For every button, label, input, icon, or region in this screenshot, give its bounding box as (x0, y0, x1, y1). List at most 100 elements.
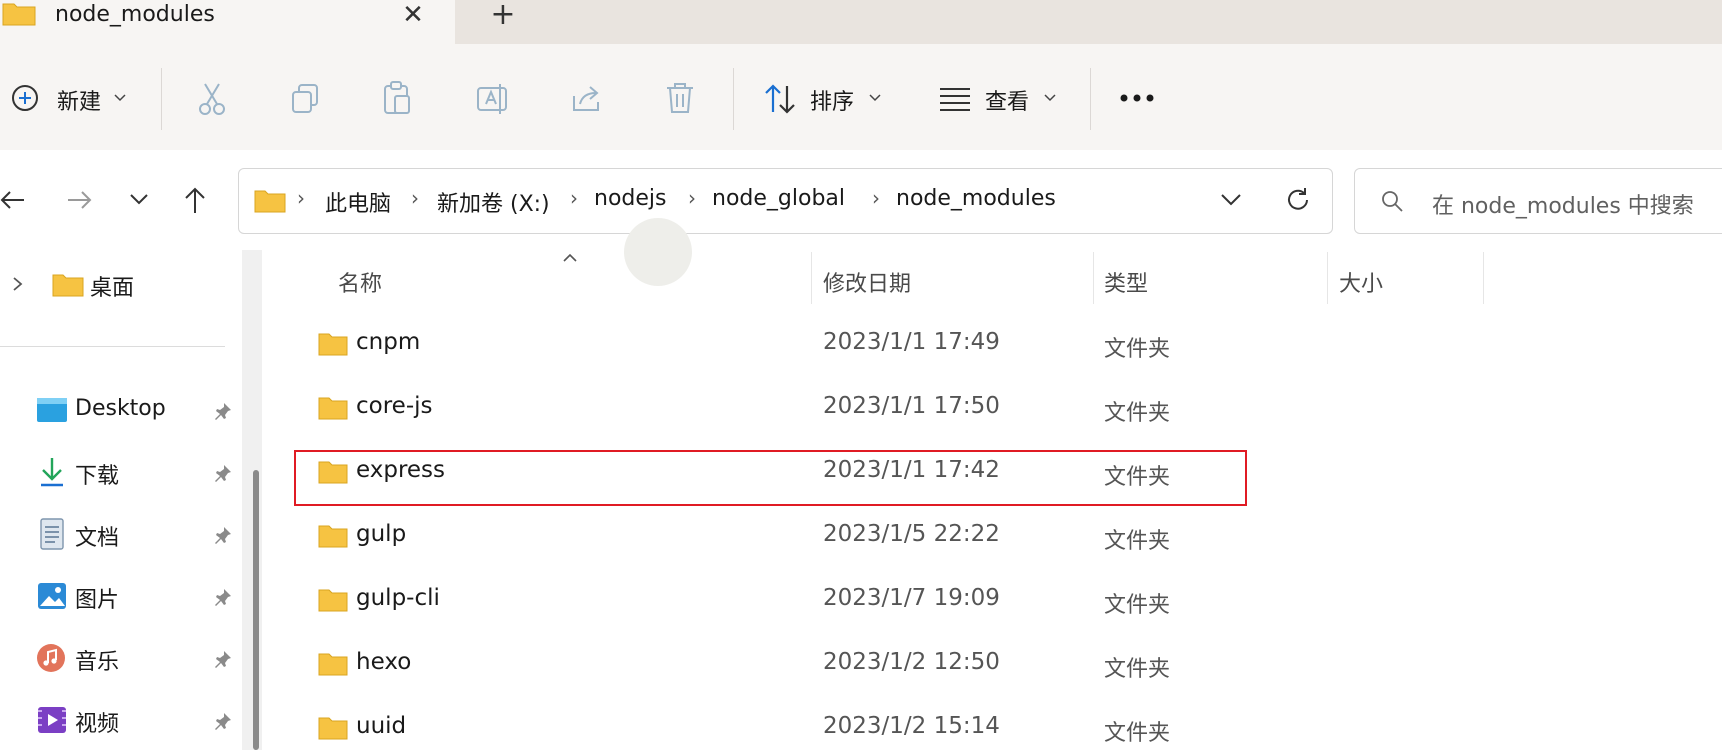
plus-circle-icon (12, 85, 38, 111)
toolbar-separator (1090, 68, 1091, 130)
chevron-down-icon (114, 94, 126, 102)
file-type: 文件夹 (1104, 721, 1171, 746)
breadcrumb-node-global[interactable]: node_global (712, 186, 845, 211)
nav-item-label: 图片 (75, 588, 120, 613)
file-name: hexo (356, 649, 412, 675)
pin-icon[interactable] (214, 402, 232, 420)
tab-title: node_modules (55, 2, 215, 27)
recent-locations-icon[interactable] (129, 193, 149, 207)
nav-item-label: Desktop (75, 396, 166, 421)
file-type: 文件夹 (1104, 337, 1171, 362)
back-icon[interactable] (0, 187, 26, 213)
delete-icon[interactable] (664, 80, 696, 116)
share-icon[interactable] (570, 82, 604, 116)
pin-icon[interactable] (214, 650, 232, 668)
pictures-icon (38, 583, 66, 609)
breadcrumb-separator: › (570, 186, 578, 210)
column-divider[interactable] (811, 252, 812, 304)
file-name: uuid (356, 713, 407, 739)
file-type: 文件夹 (1104, 529, 1171, 554)
refresh-icon[interactable] (1284, 186, 1312, 214)
document-icon (40, 518, 64, 550)
folder-icon (318, 397, 348, 420)
copy-icon[interactable] (290, 82, 322, 116)
new-tab-button[interactable]: + (488, 0, 518, 30)
pin-icon[interactable] (214, 526, 232, 544)
file-name: cnpm (356, 329, 421, 355)
file-modified: 2023/1/1 17:49 (823, 329, 1000, 355)
column-divider[interactable] (1483, 252, 1484, 304)
file-modified: 2023/1/1 17:50 (823, 393, 1000, 419)
folder-icon (52, 274, 84, 297)
file-modified: 2023/1/5 22:22 (823, 521, 1000, 547)
column-divider[interactable] (1093, 252, 1094, 304)
desktop-icon (37, 398, 67, 422)
nav-divider (0, 346, 225, 347)
address-history-chevron-icon[interactable] (1220, 193, 1242, 207)
more-icon[interactable] (1118, 92, 1158, 104)
view-icon (940, 88, 970, 111)
folder-icon (254, 190, 286, 213)
tab-close-button[interactable]: ✕ (398, 0, 428, 30)
column-divider[interactable] (1327, 252, 1328, 304)
folder-icon (318, 717, 348, 740)
nav-scrollbar-thumb[interactable] (253, 470, 259, 750)
sort-button-label: 排序 (810, 90, 855, 115)
breadcrumb-this-pc[interactable]: 此电脑 (325, 186, 391, 218)
breadcrumb-separator: › (688, 186, 696, 210)
nav-scrollbar[interactable] (242, 250, 262, 750)
file-name: core-js (356, 393, 433, 419)
file-modified: 2023/1/2 15:14 (823, 713, 1000, 739)
pin-icon[interactable] (214, 712, 232, 730)
nav-item-label: 音乐 (75, 650, 120, 675)
nav-item-label: 文档 (75, 526, 120, 551)
forward-icon[interactable] (66, 187, 92, 213)
column-header-type[interactable]: 类型 (1104, 266, 1148, 298)
nav-item-label: 视频 (75, 712, 120, 737)
column-header-size[interactable]: 大小 (1339, 266, 1383, 298)
search-icon (1382, 191, 1403, 212)
file-type: 文件夹 (1104, 657, 1171, 682)
paste-icon[interactable] (382, 80, 414, 116)
file-type: 文件夹 (1104, 593, 1171, 618)
highlight-annotation (294, 450, 1247, 506)
pin-icon[interactable] (214, 588, 232, 606)
file-type: 文件夹 (1104, 401, 1171, 426)
chevron-down-icon (869, 94, 881, 102)
breadcrumb-separator: › (297, 186, 305, 210)
rename-icon[interactable] (476, 82, 510, 116)
breadcrumb-nodejs[interactable]: nodejs (594, 186, 666, 211)
chevron-down-icon (1044, 94, 1056, 102)
up-icon[interactable] (182, 186, 208, 214)
breadcrumb-separator: › (872, 186, 880, 210)
toolbar-separator (161, 68, 162, 130)
toolbar-separator (733, 68, 734, 130)
sort-icon (765, 84, 795, 114)
folder-icon (318, 333, 348, 356)
file-name: gulp-cli (356, 585, 440, 611)
cut-icon[interactable] (196, 82, 228, 116)
column-header-modified[interactable]: 修改日期 (823, 266, 911, 298)
nav-item-label: 桌面 (90, 276, 135, 301)
download-icon (41, 458, 63, 487)
chevron-right-icon[interactable] (12, 276, 24, 292)
pin-icon[interactable] (214, 464, 232, 482)
sort-ascending-icon (563, 253, 577, 262)
folder-icon (2, 3, 36, 26)
breadcrumb-node-modules[interactable]: node_modules (896, 186, 1056, 211)
breadcrumb-separator: › (411, 186, 419, 210)
music-icon (37, 644, 65, 672)
file-modified: 2023/1/2 12:50 (823, 649, 1000, 675)
column-header-row (275, 252, 1722, 304)
file-modified: 2023/1/7 19:09 (823, 585, 1000, 611)
video-icon (38, 707, 66, 733)
folder-icon (318, 589, 348, 612)
search-placeholder: 在 node_modules 中搜索 (1432, 194, 1694, 219)
breadcrumb-volume-x[interactable]: 新加卷 (X:) (437, 186, 550, 218)
file-name: gulp (356, 521, 407, 547)
column-header-name[interactable]: 名称 (338, 266, 382, 298)
folder-icon (318, 653, 348, 676)
new-button-label: 新建 (57, 90, 102, 115)
view-button-label: 查看 (985, 90, 1030, 115)
nav-item-label: 下载 (75, 464, 120, 489)
